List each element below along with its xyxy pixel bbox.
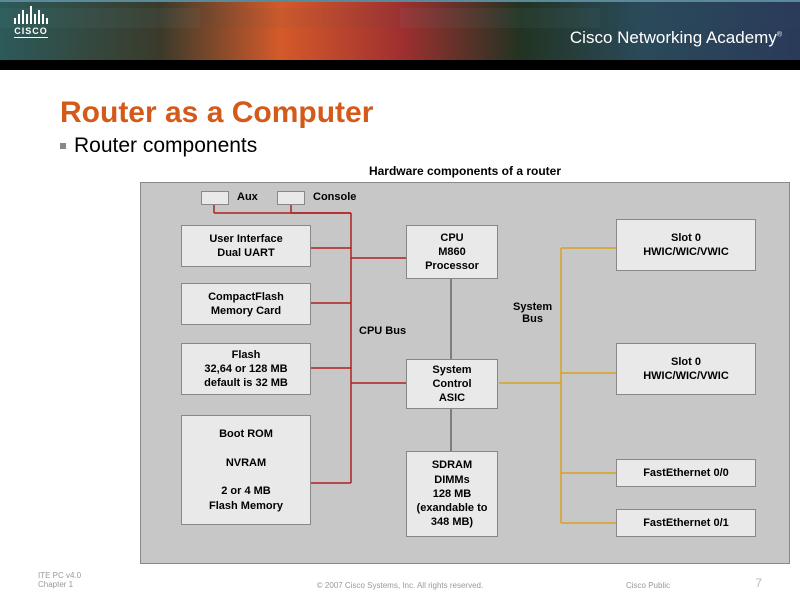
diagram-title: Hardware components of a router bbox=[140, 164, 790, 178]
header-accent-strip bbox=[0, 0, 800, 2]
aux-label: Aux bbox=[237, 191, 258, 203]
box-slot0-a: Slot 0 HWIC/WIC/VWIC bbox=[616, 219, 756, 271]
aux-port bbox=[201, 191, 229, 205]
box-sdram: SDRAM DIMMs 128 MB (exandable to 348 MB) bbox=[406, 451, 498, 537]
header-black-bar bbox=[0, 60, 800, 70]
box-asic: System Control ASIC bbox=[406, 359, 498, 409]
box-fastethernet-01: FastEthernet 0/1 bbox=[616, 509, 756, 537]
header-banner: CISCO Cisco Networking Academy® bbox=[0, 0, 800, 60]
box-fastethernet-00: FastEthernet 0/0 bbox=[616, 459, 756, 487]
academy-text: Cisco Networking Academy bbox=[570, 28, 777, 47]
box-cpu: CPU M860 Processor bbox=[406, 225, 498, 279]
router-hardware-diagram: Aux Console User Interface Dual UART Com… bbox=[140, 182, 790, 564]
console-port bbox=[277, 191, 305, 205]
footer-copyright: © 2007 Cisco Systems, Inc. All rights re… bbox=[0, 581, 800, 590]
console-label: Console bbox=[313, 191, 356, 203]
cisco-logo-text: CISCO bbox=[14, 26, 48, 38]
box-slot0-b: Slot 0 HWIC/WIC/VWIC bbox=[616, 343, 756, 395]
slide-subtitle: Router components bbox=[74, 134, 257, 158]
footer-course: ITE PC v4.0 bbox=[38, 571, 81, 581]
bullet-square-icon bbox=[60, 143, 66, 149]
footer-classification: Cisco Public bbox=[626, 581, 670, 590]
footer-page-number: 7 bbox=[755, 576, 762, 590]
diagram-container: Hardware components of a router bbox=[140, 164, 790, 564]
box-compactflash: CompactFlash Memory Card bbox=[181, 283, 311, 325]
academy-title: Cisco Networking Academy® bbox=[570, 28, 782, 48]
cpu-bus-label: CPU Bus bbox=[359, 325, 406, 337]
box-flash: Flash 32,64 or 128 MB default is 32 MB bbox=[181, 343, 311, 395]
slide-title: Router as a Computer bbox=[60, 96, 762, 130]
slide-header: CISCO Cisco Networking Academy® bbox=[0, 0, 800, 70]
cisco-logo: CISCO bbox=[14, 4, 48, 38]
box-user-interface: User Interface Dual UART bbox=[181, 225, 311, 267]
box-bootrom-nvram: Boot ROM NVRAM 2 or 4 MB Flash Memory bbox=[181, 415, 311, 525]
bullet-row: Router components bbox=[60, 134, 762, 158]
cisco-logo-bars-icon bbox=[14, 4, 48, 24]
header-pattern bbox=[0, 8, 800, 28]
content-area: Router as a Computer Router components H… bbox=[0, 70, 800, 564]
trademark-icon: ® bbox=[777, 31, 782, 38]
system-bus-label: System Bus bbox=[513, 301, 552, 325]
